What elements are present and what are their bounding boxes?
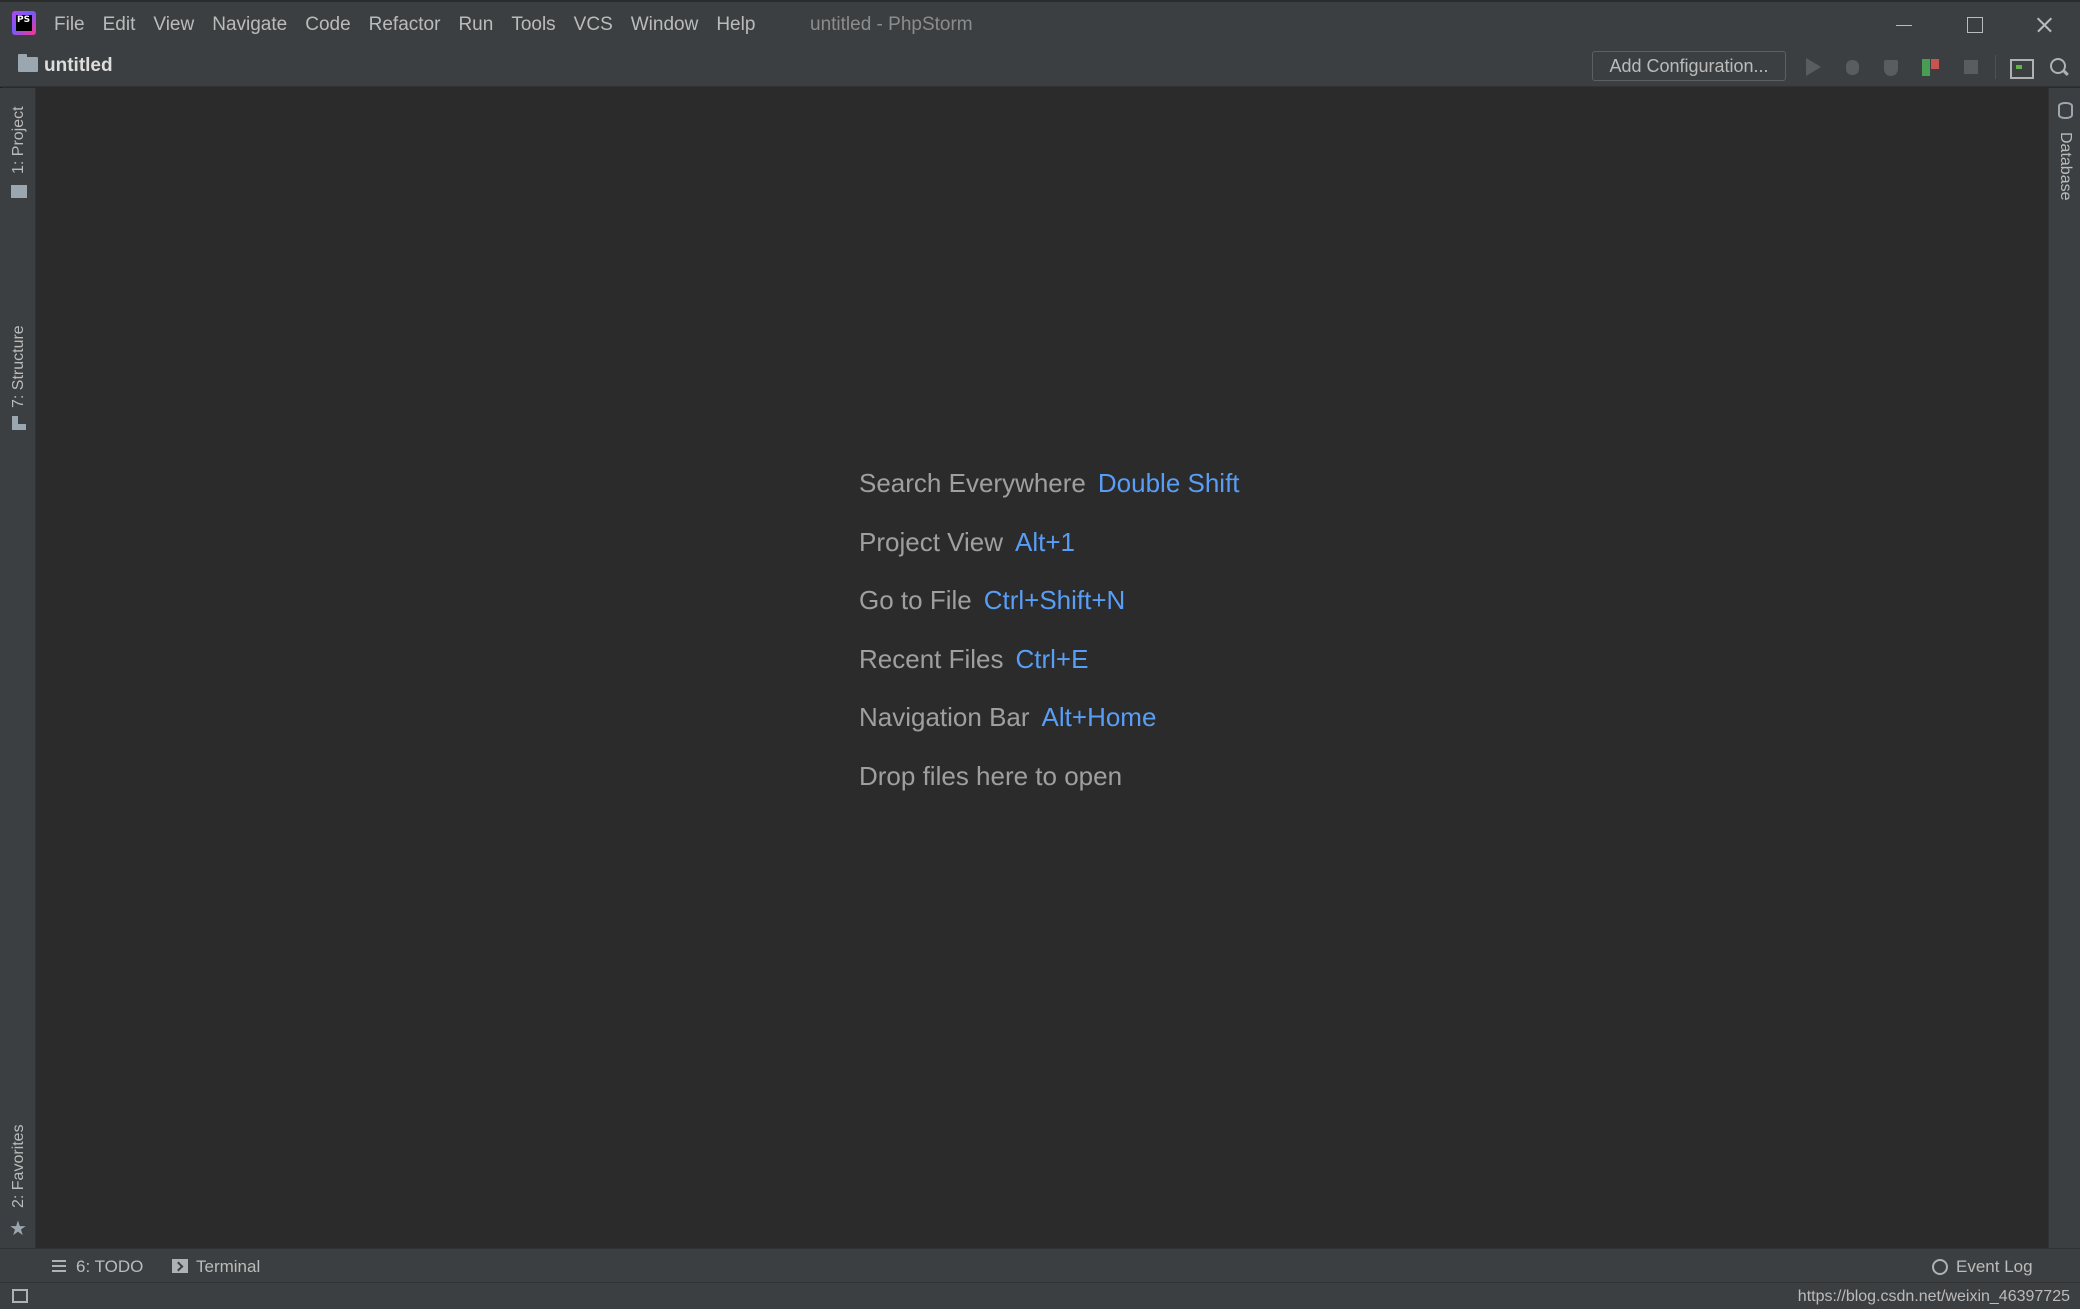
- navigation-bar: untitled Add Configuration...: [0, 45, 2080, 87]
- minimize-icon[interactable]: [1882, 8, 1926, 40]
- hint-drop-files: Drop files here to open: [859, 758, 1240, 817]
- stop-icon[interactable]: [1961, 57, 1981, 77]
- hint-shortcut: Alt+1: [1015, 526, 1076, 557]
- tool-tab-structure-label: 7: Structure: [10, 325, 27, 408]
- tool-tab-favorites-label: 2: Favorites: [10, 1124, 27, 1208]
- tool-tab-todo-label: 6: TODO: [76, 1257, 144, 1276]
- breadcrumb-project[interactable]: untitled: [44, 54, 113, 78]
- folder-icon: [18, 54, 38, 72]
- tool-tab-terminal[interactable]: Terminal: [172, 1256, 260, 1278]
- hint-navigation-bar: Navigation Bar Alt+Home: [859, 699, 1240, 758]
- menu-window[interactable]: Window: [631, 11, 699, 39]
- toggle-tool-windows-icon[interactable]: [12, 1289, 28, 1303]
- tool-tab-structure[interactable]: 7: Structure: [0, 228, 36, 438]
- maximize-icon[interactable]: [1952, 8, 1996, 40]
- hint-shortcut: Alt+Home: [1041, 702, 1157, 732]
- menu-view[interactable]: View: [153, 11, 194, 39]
- debug-icon[interactable]: [1843, 57, 1863, 77]
- search-icon[interactable]: [2049, 57, 2069, 77]
- menu-navigate[interactable]: Navigate: [212, 11, 287, 39]
- toolbar-divider: [1995, 55, 1996, 79]
- menu-vcs[interactable]: VCS: [574, 11, 613, 39]
- hint-label: Drop files here to open: [859, 760, 1123, 791]
- bottom-tool-stripe: 6: TODO Terminal Event Log: [0, 1248, 2080, 1282]
- hint-shortcut: Ctrl+E: [1015, 643, 1089, 674]
- tool-tab-database[interactable]: Database: [2049, 88, 2080, 228]
- hint-label: Navigation Bar: [859, 702, 1030, 732]
- editor-empty-area[interactable]: Search Everywhere Double Shift Project Vi…: [37, 88, 2047, 1248]
- hint-label: Search Everywhere: [859, 468, 1086, 498]
- tool-tab-database-label: Database: [2057, 132, 2074, 201]
- close-icon[interactable]: [2022, 8, 2066, 40]
- logo-text: PS: [16, 15, 32, 31]
- editor-hints: Search Everywhere Double Shift Project Vi…: [859, 465, 1240, 816]
- menu-edit[interactable]: Edit: [103, 11, 136, 39]
- right-tool-stripe: Database: [2048, 88, 2080, 1248]
- window-title: untitled - PhpStorm: [810, 14, 973, 35]
- structure-icon: [12, 416, 26, 430]
- profile-icon[interactable]: [1920, 57, 1940, 77]
- hint-label: Project View: [859, 526, 1004, 557]
- tool-tab-favorites[interactable]: 2: Favorites ★: [0, 1108, 36, 1238]
- left-tool-stripe: 1: Project 7: Structure 2: Favorites ★: [0, 88, 36, 1248]
- tool-tab-project[interactable]: 1: Project: [0, 88, 36, 208]
- tool-tab-event-log-label: Event Log: [1956, 1257, 2033, 1276]
- hint-go-to-file: Go to File Ctrl+Shift+N: [859, 582, 1240, 641]
- hint-project-view: Project View Alt+1: [859, 524, 1240, 583]
- event-log-icon: [1932, 1259, 1948, 1275]
- menu-help[interactable]: Help: [716, 11, 755, 39]
- hint-shortcut: Ctrl+Shift+N: [983, 585, 1126, 615]
- menu-refactor[interactable]: Refactor: [369, 11, 441, 39]
- main-menu: File Edit View Navigate Code Refactor Ru…: [54, 11, 773, 39]
- tool-tab-todo[interactable]: 6: TODO: [52, 1256, 143, 1278]
- add-configuration-button[interactable]: Add Configuration...: [1592, 51, 1786, 81]
- tool-tab-project-label: 1: Project: [10, 106, 27, 174]
- menu-code[interactable]: Code: [305, 11, 350, 39]
- title-bar: PS File Edit View Navigate Code Refactor…: [0, 0, 2080, 45]
- coverage-icon[interactable]: [1882, 57, 1902, 77]
- database-icon: [2058, 102, 2073, 119]
- star-icon: ★: [9, 1216, 27, 1240]
- phpstorm-logo-icon: PS: [12, 11, 36, 35]
- hint-recent-files: Recent Files Ctrl+E: [859, 641, 1240, 700]
- hint-shortcut: Double Shift: [1097, 468, 1240, 498]
- status-url: https://blog.csdn.net/weixin_46397725: [1797, 1288, 2070, 1305]
- hint-label: Recent Files: [859, 643, 1004, 674]
- run-icon[interactable]: [1806, 58, 1821, 76]
- menu-file[interactable]: File: [54, 11, 85, 39]
- status-bar: https://blog.csdn.net/weixin_46397725: [0, 1282, 2080, 1309]
- tool-tab-event-log[interactable]: Event Log: [1932, 1256, 2033, 1278]
- folder-icon: [11, 185, 27, 198]
- hint-search-everywhere: Search Everywhere Double Shift: [859, 465, 1240, 524]
- list-icon: [52, 1260, 66, 1272]
- tool-tab-terminal-label: Terminal: [196, 1257, 261, 1276]
- menu-tools[interactable]: Tools: [511, 11, 555, 39]
- terminal-icon: [172, 1259, 188, 1273]
- menu-run[interactable]: Run: [458, 11, 493, 39]
- terminal-icon[interactable]: [2010, 57, 2034, 79]
- hint-label: Go to File: [859, 585, 972, 615]
